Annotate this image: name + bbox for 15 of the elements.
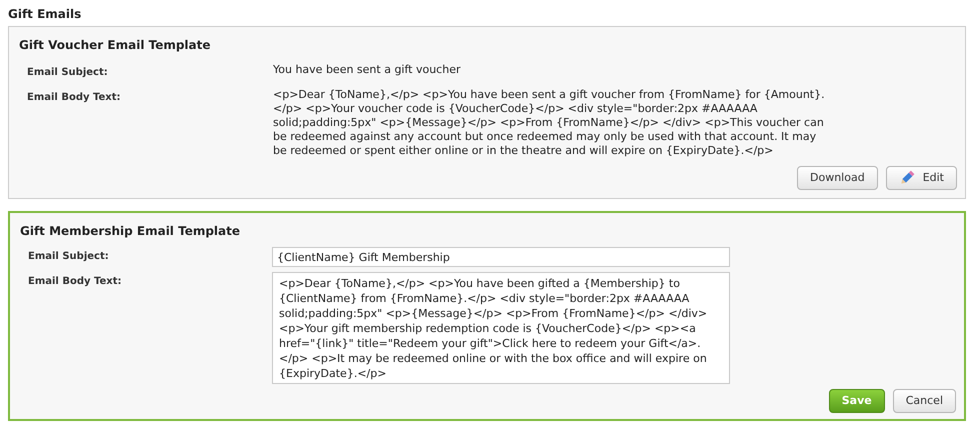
subject-input[interactable]: {ClientName} Gift Membership [272, 247, 730, 267]
page-title: Gift Emails [7, 6, 82, 23]
field-label: Email Subject: [27, 250, 110, 264]
panel-title: Gift Voucher Email Template [18, 37, 212, 54]
panel-title: Gift Membership Email Template [19, 223, 242, 240]
body-text-area[interactable]: <p>Dear {ToName},</p> <p>You have been gifted a {Membership} to {ClientName} from {FromName}.</p> <div style="border:2px #AAAAAA solid;padding:5px" <p>{Message}</p> <p>From {FromName}</p> </div> <p>Your gift membership redemption code is {VoucherCode}</p> <p><a href="{link}" title="Redeem your gift">Click here to redeem your Gift</a>. </p> <p>It may be redeemed online or with the box office and will expire on {ExpiryDate}.</p> [272, 272, 730, 384]
field-value: <p>Dear {ToName},</p> <p>You have been sent a gift voucher from {FromName} for {Amount}.</p> <p>Your voucher code is {VoucherCode}</p> <div style="border:2px #AAAAAA solid;padding:5px" <p>{Message}</p> <p>From {FromName}</p> </div> <p>This voucher can be redeemed against any account but once redeemed may only be used with that account. It may be redeemed or spent either online or in the theatre and will expire on {ExpiryDate}.</p> [272, 88, 826, 158]
pencil-icon [898, 170, 915, 186]
field-label: Email Body Text: [26, 91, 122, 105]
field-value: You have been sent a gift voucher [272, 63, 462, 78]
field-label: Email Subject: [26, 66, 109, 80]
edit-button[interactable]: Edit [886, 166, 957, 190]
action-button[interactable]: Cancel [892, 389, 956, 413]
action-button[interactable]: Download [797, 166, 878, 190]
field-label: Email Body Text: [27, 275, 122, 289]
